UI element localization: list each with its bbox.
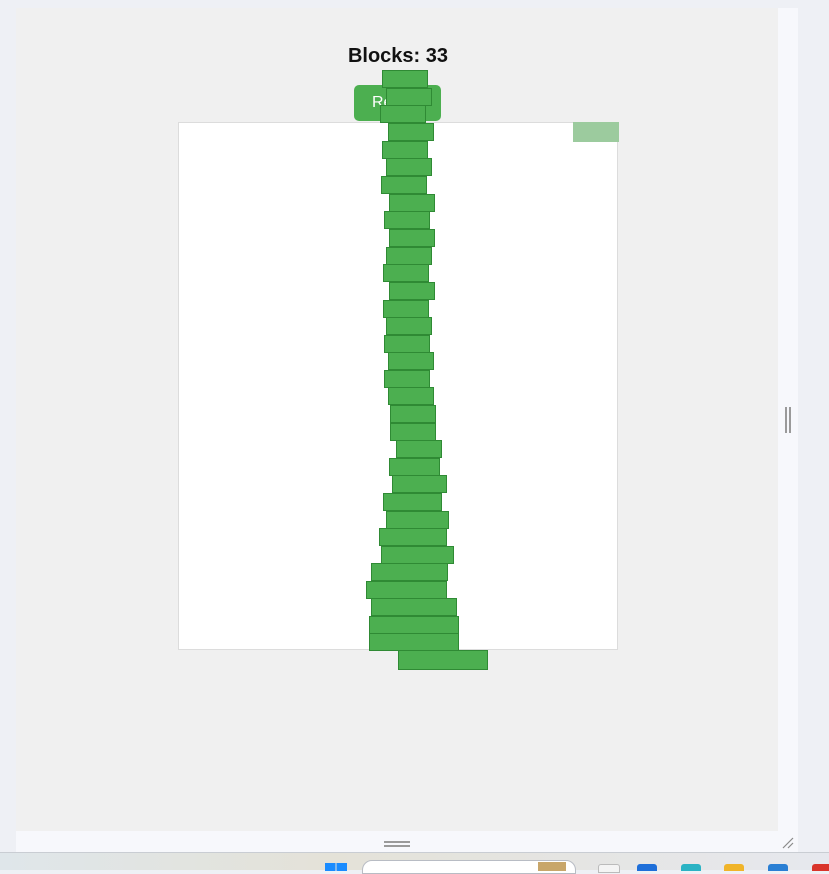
tower-block	[386, 317, 432, 335]
tower-block	[396, 440, 442, 458]
tower-block	[384, 211, 430, 229]
tower-block	[388, 387, 434, 405]
tower-block	[390, 423, 436, 441]
tower-block	[379, 528, 447, 546]
block-counter: Blocks: 33	[347, 45, 449, 67]
tower-block	[386, 158, 432, 176]
tower-block	[380, 105, 426, 123]
tower-block	[389, 458, 440, 476]
tower-block	[371, 598, 457, 616]
tower-block	[386, 88, 432, 106]
resize-grip-icon[interactable]	[780, 835, 794, 849]
tower-block	[382, 70, 428, 88]
app-icon[interactable]	[598, 864, 620, 873]
tower-block	[386, 511, 449, 529]
tower-block	[389, 194, 435, 212]
tower-block	[390, 405, 436, 423]
tower-block	[386, 247, 432, 265]
vertical-splitter-handle[interactable]	[785, 407, 791, 433]
tower-block	[369, 633, 459, 651]
tower-block	[383, 493, 442, 511]
tower-block	[382, 141, 428, 159]
tower-block	[381, 546, 454, 564]
tower-block	[398, 650, 488, 670]
moving-block	[573, 122, 619, 142]
tower-block	[389, 229, 435, 247]
tower-block	[381, 176, 427, 194]
tower-block	[388, 352, 434, 370]
tower-block	[371, 563, 448, 581]
tower-block	[392, 475, 447, 493]
tower-block	[388, 123, 434, 141]
taskbar	[0, 852, 829, 874]
tower-block	[383, 300, 429, 318]
tower-block	[383, 264, 429, 282]
tower-block	[384, 335, 430, 353]
tower-block	[389, 282, 435, 300]
tower-block	[369, 616, 459, 634]
tower-block	[384, 370, 430, 388]
horizontal-splitter-handle[interactable]	[384, 841, 410, 847]
tower-block	[366, 581, 447, 599]
